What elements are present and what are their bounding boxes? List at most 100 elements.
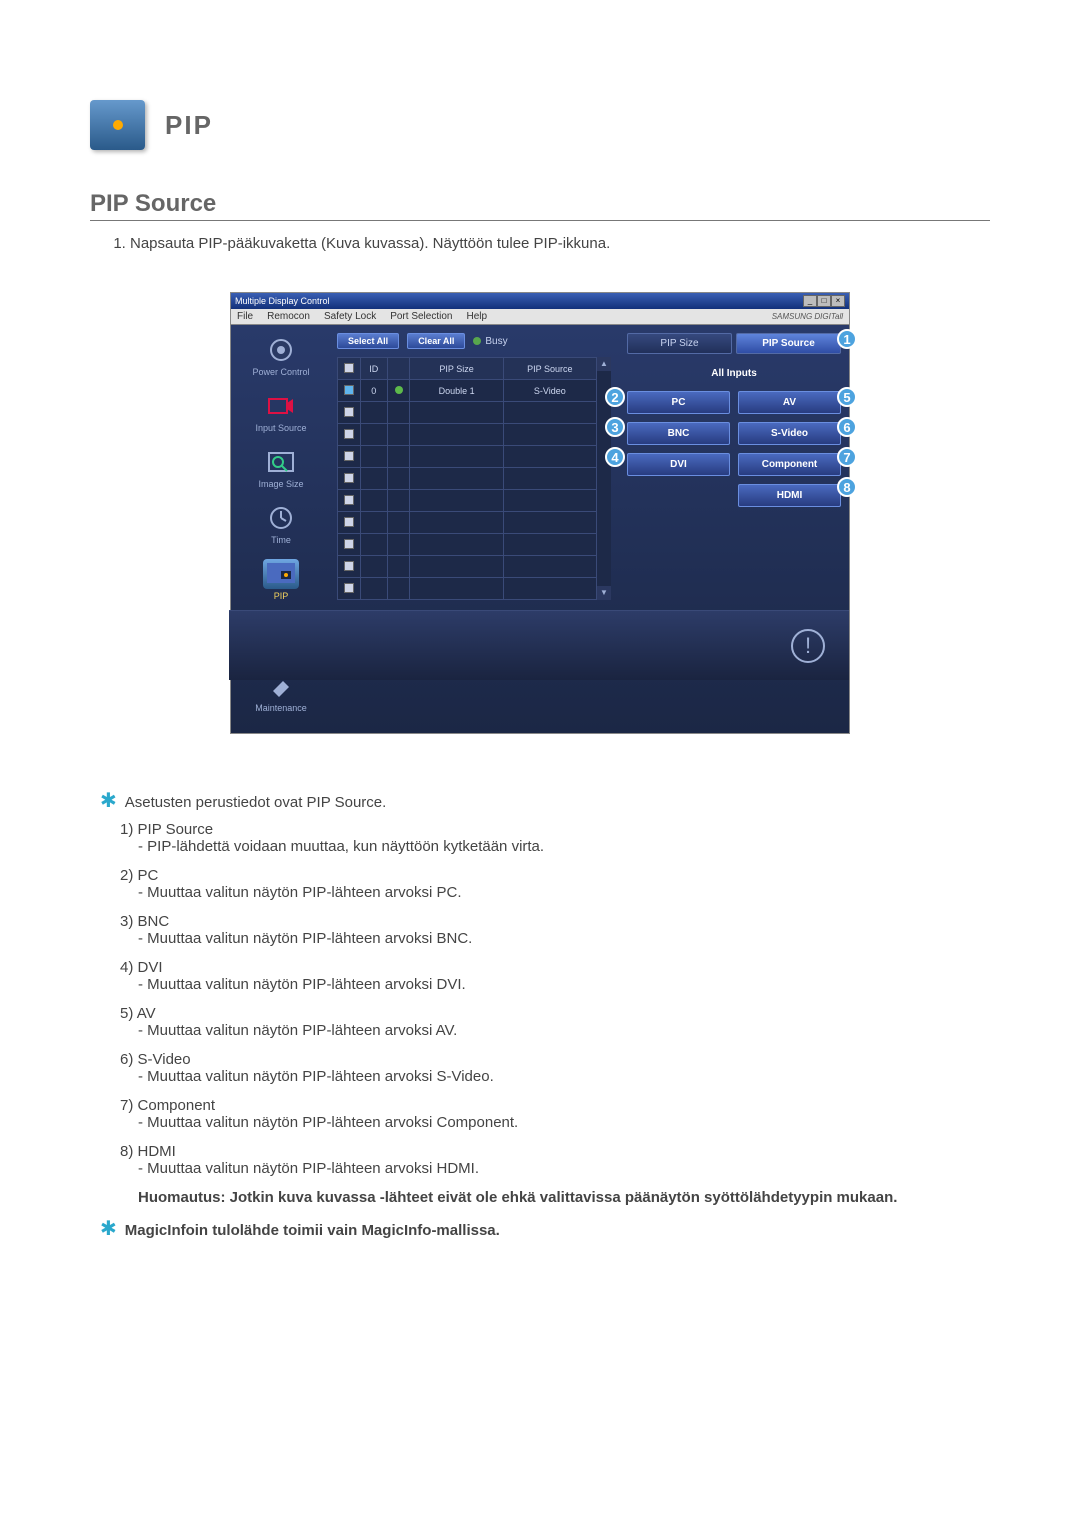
scroll-down-icon[interactable]: ▼ xyxy=(597,586,611,600)
intro-list: Napsauta PIP-pääkuvaketta (Kuva kuvassa)… xyxy=(90,235,990,252)
callout-6: 6 xyxy=(837,417,857,437)
select-all-button[interactable]: Select All xyxy=(337,333,399,349)
row-checkbox[interactable] xyxy=(344,473,354,483)
title-bar: Multiple Display Control _ □ × xyxy=(231,293,849,309)
table-row[interactable] xyxy=(338,490,597,512)
header-checkbox[interactable] xyxy=(344,363,354,373)
close-button[interactable]: × xyxy=(831,295,845,307)
power-icon xyxy=(263,335,299,365)
clear-all-button[interactable]: Clear All xyxy=(407,333,465,349)
cell-id: 0 xyxy=(360,380,387,402)
sidebar-label: Maintenance xyxy=(255,703,307,713)
row-checkbox[interactable] xyxy=(344,517,354,527)
tab-pip-source[interactable]: PIP Source xyxy=(736,333,841,354)
app-screenshot: Multiple Display Control _ □ × File Remo… xyxy=(230,292,850,734)
def-desc: - Muuttaa valitun näytön PIP-lähteen arv… xyxy=(138,1022,990,1039)
note-basics: Asetusten perustiedot ovat PIP Source. xyxy=(125,794,387,811)
intro-item: Napsauta PIP-pääkuvaketta (Kuva kuvassa)… xyxy=(130,235,990,252)
sidebar-label: Input Source xyxy=(255,423,306,433)
row-checkbox[interactable] xyxy=(344,583,354,593)
sidebar-item-image-size[interactable]: Image Size xyxy=(235,447,327,489)
def-item: 4) DVI - Muuttaa valitun näytön PIP-läht… xyxy=(120,959,990,993)
sidebar-item-power-control[interactable]: Power Control xyxy=(235,335,327,377)
callout-2: 2 xyxy=(605,387,625,407)
def-desc: - Muuttaa valitun näytön PIP-lähteen arv… xyxy=(138,884,990,901)
source-pc-button[interactable]: PC xyxy=(627,391,730,414)
menu-safety-lock[interactable]: Safety Lock xyxy=(324,311,376,322)
source-component-button[interactable]: Component xyxy=(738,453,841,476)
table-row[interactable] xyxy=(338,402,597,424)
menu-file[interactable]: File xyxy=(237,311,253,322)
minimize-button[interactable]: _ xyxy=(803,295,817,307)
notes-section: ✱ Asetusten perustiedot ovat PIP Source.… xyxy=(90,794,990,1239)
table-row[interactable] xyxy=(338,578,597,600)
row-checkbox[interactable] xyxy=(344,561,354,571)
def-desc: - PIP-lähdettä voidaan muuttaa, kun näyt… xyxy=(138,838,990,855)
row-checkbox[interactable] xyxy=(344,385,354,395)
row-checkbox[interactable] xyxy=(344,407,354,417)
sidebar-item-time[interactable]: Time xyxy=(235,503,327,545)
def-no: 1) xyxy=(120,821,133,838)
image-size-icon xyxy=(263,447,299,477)
row-checkbox[interactable] xyxy=(344,539,354,549)
source-av-button[interactable]: AV xyxy=(738,391,841,414)
table-row[interactable] xyxy=(338,468,597,490)
window-title: Multiple Display Control xyxy=(235,296,330,306)
def-item: 6) S-Video - Muuttaa valitun näytön PIP-… xyxy=(120,1051,990,1085)
scroll-up-icon[interactable]: ▲ xyxy=(597,357,611,371)
busy-indicator: Busy xyxy=(473,336,507,347)
page-header: PIP xyxy=(90,100,990,150)
def-desc: - Muuttaa valitun näytön PIP-lähteen arv… xyxy=(138,930,990,947)
source-hdmi-button[interactable]: HDMI xyxy=(738,484,841,507)
table-row[interactable] xyxy=(338,556,597,578)
callout-8: 8 xyxy=(837,477,857,497)
def-desc: - Muuttaa valitun näytön PIP-lähteen arv… xyxy=(138,1068,990,1085)
def-item: 8) HDMI - Muuttaa valitun näytön PIP-läh… xyxy=(120,1143,990,1206)
source-dvi-button[interactable]: DVI xyxy=(627,453,730,476)
def-item: 3) BNC - Muuttaa valitun näytön PIP-läht… xyxy=(120,913,990,947)
table-row[interactable] xyxy=(338,512,597,534)
sidebar-item-input-source[interactable]: Input Source xyxy=(235,391,327,433)
menu-remocon[interactable]: Remocon xyxy=(267,311,310,322)
row-checkbox[interactable] xyxy=(344,451,354,461)
window-buttons: _ □ × xyxy=(803,295,845,307)
col-pip-size: PIP Size xyxy=(410,358,503,380)
menu-bar: File Remocon Safety Lock Port Selection … xyxy=(231,309,849,325)
table-row[interactable]: 0 Double 1 S-Video xyxy=(338,380,597,402)
def-item: 7) Component - Muuttaa valitun näytön PI… xyxy=(120,1097,990,1131)
row-checkbox[interactable] xyxy=(344,495,354,505)
source-bnc-button[interactable]: BNC xyxy=(627,422,730,445)
status-dot-icon xyxy=(395,386,403,394)
brand-label: SAMSUNG DIGITall xyxy=(772,312,843,321)
row-checkbox[interactable] xyxy=(344,429,354,439)
right-panel: PIP Size PIP Source All Inputs PC AV BNC… xyxy=(619,325,849,733)
table-row[interactable] xyxy=(338,534,597,556)
def-term: PC xyxy=(138,867,159,884)
table-row[interactable] xyxy=(338,424,597,446)
all-inputs-label: All Inputs xyxy=(627,368,841,379)
col-id: ID xyxy=(360,358,387,380)
def-item: 5) AV - Muuttaa valitun näytön PIP-lähte… xyxy=(120,1005,990,1039)
input-source-icon xyxy=(263,391,299,421)
def-term: Component xyxy=(138,1097,216,1114)
table-row[interactable] xyxy=(338,446,597,468)
page-title: PIP xyxy=(165,110,213,141)
source-svideo-button[interactable]: S-Video xyxy=(738,422,841,445)
menu-port-selection[interactable]: Port Selection xyxy=(390,311,452,322)
tab-pip-size[interactable]: PIP Size xyxy=(627,333,732,354)
star-icon: ✱ xyxy=(100,1222,117,1236)
top-buttons: Select All Clear All Busy xyxy=(337,333,613,349)
source-grid: PC AV BNC S-Video DVI Component HDMI xyxy=(627,391,841,507)
callout-7: 7 xyxy=(837,447,857,467)
def-term: AV xyxy=(137,1005,156,1022)
menu-help[interactable]: Help xyxy=(466,311,487,322)
app-body: Power Control Input Source Image Size Ti… xyxy=(231,325,849,733)
maximize-button[interactable]: □ xyxy=(817,295,831,307)
busy-label: Busy xyxy=(485,336,507,347)
main-panel: Select All Clear All Busy ID PIP Size PI… xyxy=(331,325,619,733)
sidebar-label: Time xyxy=(271,535,291,545)
def-item: 2) PC - Muuttaa valitun näytön PIP-lähte… xyxy=(120,867,990,901)
def-item: 1) PIP Source - PIP-lähdettä voidaan muu… xyxy=(120,821,990,855)
def-no: 4) xyxy=(120,959,133,976)
sidebar-item-pip[interactable]: PIP xyxy=(235,559,327,601)
